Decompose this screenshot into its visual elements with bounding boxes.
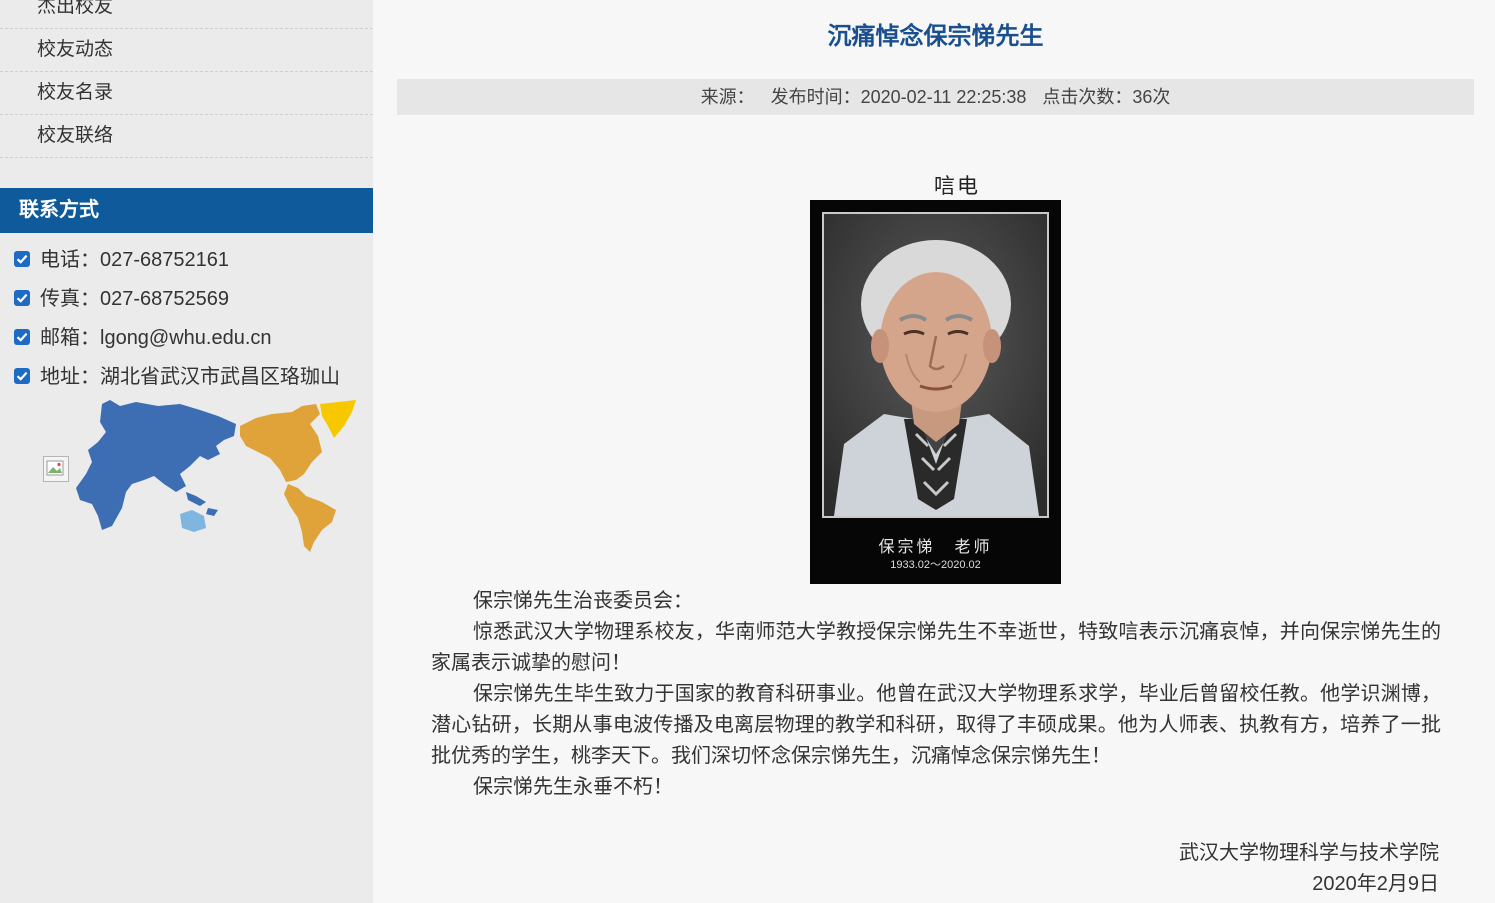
article-view-count: 点击次数：36次 xyxy=(1042,87,1171,107)
checkbox-checked-icon xyxy=(14,328,30,345)
nav-item-label: 校友名录 xyxy=(37,82,114,103)
article-paragraph: 保宗悌先生治丧委员会： xyxy=(473,590,693,612)
condolence-caption: 唁电 xyxy=(934,175,980,198)
article-publish-time: 发布时间：2020-02-11 22:25:38 xyxy=(770,87,1027,107)
signature-organization: 武汉大学物理科学与技术学院 xyxy=(1179,842,1439,864)
article-paragraph: 保宗悌先生毕生致力于国家的教育科研事业。他曾在武汉大学物理系求学，毕业后曾留校任… xyxy=(431,683,1441,767)
contact-fax: 传真：027-68752569 xyxy=(14,284,229,314)
contact-email-text: 邮箱：lgong@whu.edu.cn xyxy=(40,327,272,349)
article-paragraph: 保宗悌先生永垂不朽！ xyxy=(473,776,673,798)
portrait-dates-label: 1933.02～2020.02 xyxy=(890,559,981,571)
nav-item-alumni-directory[interactable]: 校友名录 xyxy=(0,72,373,115)
nav-item-alumni-news[interactable]: 校友动态 xyxy=(0,29,373,72)
contact-phone-text: 电话：027-68752161 xyxy=(40,249,230,271)
memorial-photo: 保宗悌 老师 1933.02～2020.02 xyxy=(810,200,1061,584)
contact-section-header: 联系方式 xyxy=(0,188,373,233)
checkbox-checked-icon xyxy=(14,250,30,267)
checkbox-checked-icon xyxy=(14,367,30,384)
portrait-name-label: 保宗悌 老师 xyxy=(878,537,993,556)
article-title: 沉痛悼念保宗悌先生 xyxy=(827,23,1044,50)
contact-address: 地址：湖北省武汉市武昌区珞珈山 xyxy=(14,362,340,392)
broken-image-icon xyxy=(43,456,69,482)
nav-item-label: 校友联络 xyxy=(37,125,114,146)
article-paragraph: 惊悉武汉大学物理系校友，华南师范大学教授保宗悌先生不幸逝世，特致唁表示沉痛哀悼，… xyxy=(431,621,1441,674)
portrait-image xyxy=(822,212,1049,518)
contact-phone: 电话：027-68752161 xyxy=(14,245,229,275)
sidebar: 杰出校友 校友动态 校友名录 校友联络 联系方式 电话：027-68752161… xyxy=(0,0,373,903)
checkbox-checked-icon xyxy=(14,289,30,306)
contact-section-title: 联系方式 xyxy=(19,199,99,221)
nav-item-label: 校友动态 xyxy=(37,39,114,60)
article-body: 保宗悌先生治丧委员会： 惊悉武汉大学物理系校友，华南师范大学教授保宗悌先生不幸逝… xyxy=(431,586,1441,803)
signature-date: 2020年2月9日 xyxy=(1312,873,1439,895)
article-meta-bar: 来源： 发布时间：2020-02-11 22:25:38 点击次数：36次 xyxy=(397,79,1474,115)
world-map-icon xyxy=(76,400,356,552)
contact-fax-text: 传真：027-68752569 xyxy=(40,288,230,310)
nav-item-label: 杰出校友 xyxy=(37,0,114,17)
article-source: 来源： xyxy=(700,87,755,107)
nav-item-alumni-contact[interactable]: 校友联络 xyxy=(0,115,373,158)
contact-address-text: 地址：湖北省武汉市武昌区珞珈山 xyxy=(40,366,340,388)
nav-item-distinguished-alumni[interactable]: 杰出校友 xyxy=(0,0,373,29)
contact-email: 邮箱：lgong@whu.edu.cn xyxy=(14,323,272,353)
